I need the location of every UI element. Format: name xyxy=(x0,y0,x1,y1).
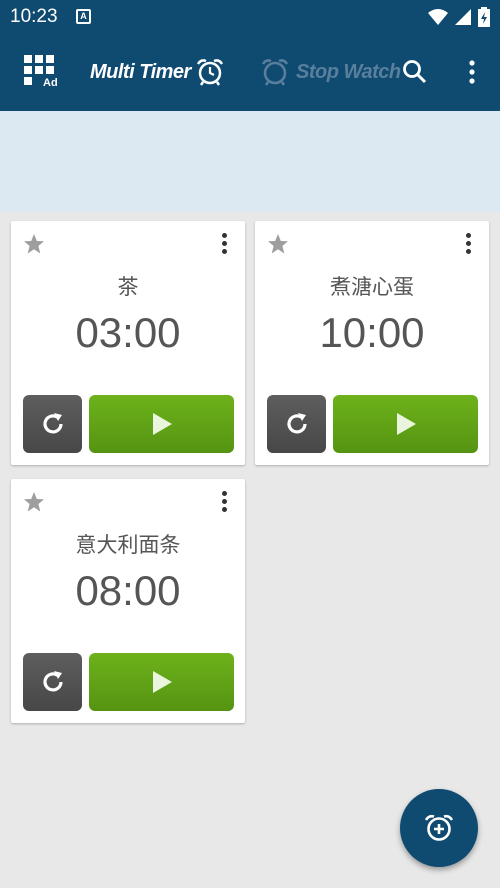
grid-icon-dot xyxy=(24,66,32,74)
search-button[interactable] xyxy=(398,55,432,89)
play-icon xyxy=(396,413,416,435)
favorite-star-icon[interactable] xyxy=(267,233,289,255)
grid-icon-dot xyxy=(35,66,43,74)
status-bar: 10:23 A xyxy=(0,0,500,33)
timer-card: 煮溏心蛋 10:00 xyxy=(255,221,489,465)
add-alarm-icon xyxy=(424,814,454,841)
favorite-star-icon[interactable] xyxy=(23,491,45,513)
notification-icon: A xyxy=(76,9,91,24)
tab-stop-watch[interactable]: Stop Watch xyxy=(260,33,401,111)
reset-button[interactable] xyxy=(267,395,326,453)
start-button[interactable] xyxy=(89,653,234,711)
grid-icon xyxy=(24,55,32,63)
wifi-icon xyxy=(428,9,448,25)
tab-multi-timer-label: Multi Timer xyxy=(90,60,191,83)
timer-name: 煮溏心蛋 xyxy=(330,275,414,299)
reset-button[interactable] xyxy=(23,395,82,453)
timer-card: 茶 03:00 xyxy=(11,221,245,465)
play-icon xyxy=(152,671,172,693)
start-button[interactable] xyxy=(333,395,478,453)
status-time: 10:23 xyxy=(10,6,58,27)
reset-button[interactable] xyxy=(23,653,82,711)
grid-icon-dot xyxy=(46,66,54,74)
stopwatch-icon xyxy=(261,59,289,86)
card-menu-icon[interactable] xyxy=(215,489,235,515)
ad-banner-area xyxy=(0,111,500,212)
battery-icon xyxy=(478,7,490,27)
grid-icon-dot xyxy=(24,77,32,85)
timer-card: 意大利面条 08:00 xyxy=(11,479,245,723)
timer-name: 意大利面条 xyxy=(75,533,181,557)
tab-multi-timer[interactable]: Multi Timer xyxy=(90,33,225,111)
start-button[interactable] xyxy=(89,395,234,453)
grid-icon-dot xyxy=(46,55,54,63)
add-timer-button[interactable] xyxy=(400,789,478,867)
grid-icon-dot xyxy=(35,55,43,63)
app-bar: Ad Multi Timer Stop Watch xyxy=(0,33,500,143)
tab-stop-watch-label: Stop Watch xyxy=(296,60,401,83)
timer-time: 08:00 xyxy=(75,567,181,614)
status-icons xyxy=(428,7,490,27)
reset-icon xyxy=(42,671,63,692)
signal-icon xyxy=(455,9,471,25)
reset-icon xyxy=(286,413,307,434)
overflow-menu-button[interactable] xyxy=(455,55,489,89)
reset-icon xyxy=(42,413,63,434)
play-icon xyxy=(152,413,172,435)
more-apps-ad-button[interactable]: Ad xyxy=(20,53,64,93)
timer-time: 03:00 xyxy=(75,309,181,356)
favorite-star-icon[interactable] xyxy=(23,233,45,255)
alarm-clock-icon xyxy=(196,59,223,86)
ad-label: Ad xyxy=(43,77,58,89)
card-menu-icon[interactable] xyxy=(215,231,235,257)
timer-time: 10:00 xyxy=(319,309,425,356)
more-vert-icon xyxy=(469,60,475,84)
timer-name: 茶 xyxy=(117,275,139,299)
search-icon xyxy=(403,60,427,84)
card-menu-icon[interactable] xyxy=(459,231,479,257)
